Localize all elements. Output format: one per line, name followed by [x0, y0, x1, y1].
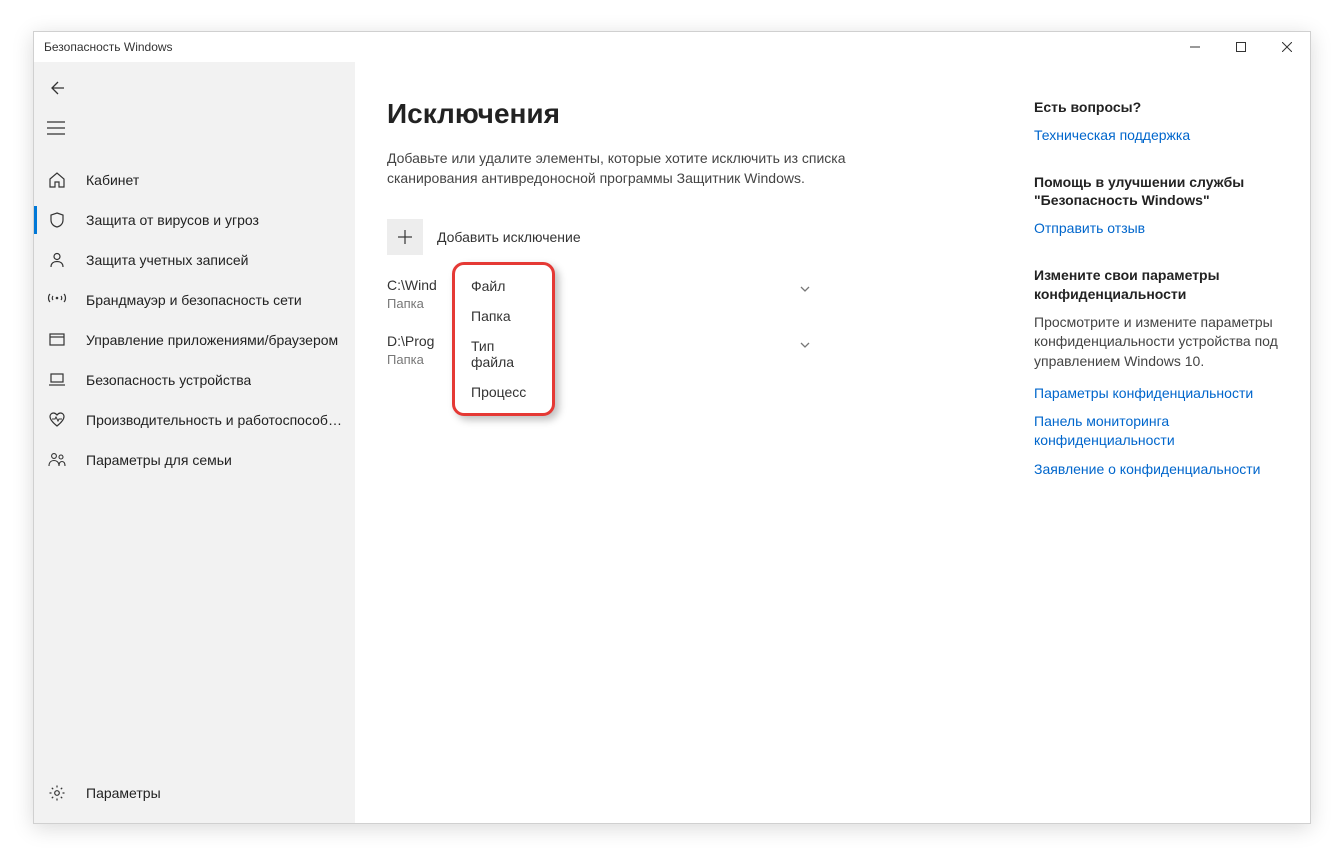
sidebar-item-label: Параметры [86, 785, 161, 801]
titlebar: Безопасность Windows [34, 32, 1310, 62]
sidebar-item-app-browser[interactable]: Управление приложениями/браузером [34, 320, 355, 360]
maximize-icon [1236, 42, 1246, 52]
link-privacy-dashboard[interactable]: Панель мониторинга конфиденциальности [1034, 412, 1286, 450]
main: Исключения Добавьте или удалите элементы… [355, 62, 1310, 823]
sidebar: Кабинет Защита от вирусов и угроз Защита… [34, 62, 355, 823]
link-privacy-settings[interactable]: Параметры конфиденциальности [1034, 384, 1286, 403]
right-text: Просмотрите и измените параметры конфиде… [1034, 313, 1286, 372]
sidebar-item-virus[interactable]: Защита от вирусов и угроз [34, 200, 355, 240]
right-heading: Помощь в улучшении службы "Безопасность … [1034, 173, 1286, 209]
right-heading: Есть вопросы? [1034, 98, 1286, 116]
add-exclusion-row[interactable]: Добавить исключение [355, 219, 1024, 255]
link-support[interactable]: Техническая поддержка [1034, 126, 1286, 145]
sidebar-item-label: Безопасность устройства [86, 372, 251, 388]
nav-list: Кабинет Защита от вирусов и угроз Защита… [34, 154, 355, 767]
app-window: Безопасность Windows [33, 31, 1311, 824]
shield-icon [46, 209, 68, 231]
sidebar-item-label: Защита от вирусов и угроз [86, 212, 259, 228]
sidebar-item-settings[interactable]: Параметры [34, 773, 355, 813]
hamburger-icon [47, 121, 65, 135]
window-body: Кабинет Защита от вирусов и угроз Защита… [34, 62, 1310, 823]
sidebar-item-account[interactable]: Защита учетных записей [34, 240, 355, 280]
page-title: Исключения [355, 98, 1024, 130]
expand-button[interactable] [795, 335, 815, 355]
people-icon [46, 449, 68, 471]
gear-icon [46, 782, 68, 804]
sidebar-item-performance[interactable]: Производительность и работоспособность у… [34, 400, 355, 440]
close-icon [1282, 42, 1292, 52]
dropdown-item-filetype[interactable]: Тип файла [455, 331, 552, 377]
dropdown-item-process[interactable]: Процесс [455, 377, 552, 407]
exclusion-type: Папка [387, 352, 434, 367]
sidebar-top [34, 62, 355, 154]
minimize-icon [1190, 42, 1200, 52]
dropdown-item-file[interactable]: Файл [455, 271, 552, 301]
right-section-feedback: Помощь в улучшении службы "Безопасность … [1034, 173, 1286, 238]
sidebar-item-home[interactable]: Кабинет [34, 160, 355, 200]
chevron-down-icon [798, 338, 812, 352]
sidebar-bottom: Параметры [34, 767, 355, 823]
content: Исключения Добавьте или удалите элементы… [355, 62, 1024, 823]
sidebar-item-label: Кабинет [86, 172, 139, 188]
expand-button[interactable] [795, 279, 815, 299]
link-feedback[interactable]: Отправить отзыв [1034, 219, 1286, 238]
right-section-help: Есть вопросы? Техническая поддержка [1034, 98, 1286, 145]
right-pane: Есть вопросы? Техническая поддержка Помо… [1024, 62, 1310, 823]
page-description: Добавьте или удалите элементы, которые х… [355, 148, 865, 189]
exclusion-item[interactable]: C:\Wind Папка [355, 277, 815, 311]
exclusion-item[interactable]: D:\Prog Папка [355, 333, 815, 367]
home-icon [46, 169, 68, 191]
close-button[interactable] [1264, 32, 1310, 62]
maximize-button[interactable] [1218, 32, 1264, 62]
minimize-button[interactable] [1172, 32, 1218, 62]
sidebar-item-label: Управление приложениями/браузером [86, 332, 338, 348]
add-exclusion-dropdown: Файл Папка Тип файла Процесс [452, 262, 555, 416]
add-exclusion-label: Добавить исключение [437, 229, 581, 245]
sidebar-item-label: Защита учетных записей [86, 252, 248, 268]
window-controls [1172, 32, 1310, 62]
back-arrow-icon [47, 79, 65, 97]
back-button[interactable] [34, 68, 78, 108]
sidebar-item-label: Параметры для семьи [86, 452, 232, 468]
sidebar-item-device-security[interactable]: Безопасность устройства [34, 360, 355, 400]
person-icon [46, 249, 68, 271]
hamburger-button[interactable] [34, 108, 78, 148]
exclusion-path: C:\Wind [387, 277, 437, 293]
chevron-down-icon [798, 282, 812, 296]
heart-icon [46, 409, 68, 431]
sidebar-item-firewall[interactable]: Брандмауэр и безопасность сети [34, 280, 355, 320]
window-icon [46, 329, 68, 351]
sidebar-item-label: Производительность и работоспособность у… [86, 412, 345, 428]
plus-icon [397, 229, 413, 245]
antenna-icon [46, 289, 68, 311]
laptop-icon [46, 369, 68, 391]
right-section-privacy: Измените свои параметры конфиденциальнос… [1034, 266, 1286, 479]
sidebar-item-family[interactable]: Параметры для семьи [34, 440, 355, 480]
exclusion-path: D:\Prog [387, 333, 434, 349]
add-exclusion-button[interactable] [387, 219, 423, 255]
right-heading: Измените свои параметры конфиденциальнос… [1034, 266, 1286, 302]
sidebar-item-label: Брандмауэр и безопасность сети [86, 292, 302, 308]
dropdown-item-folder[interactable]: Папка [455, 301, 552, 331]
link-privacy-statement[interactable]: Заявление о конфиденциальности [1034, 460, 1286, 479]
window-title: Безопасность Windows [44, 40, 173, 54]
exclusion-type: Папка [387, 296, 437, 311]
